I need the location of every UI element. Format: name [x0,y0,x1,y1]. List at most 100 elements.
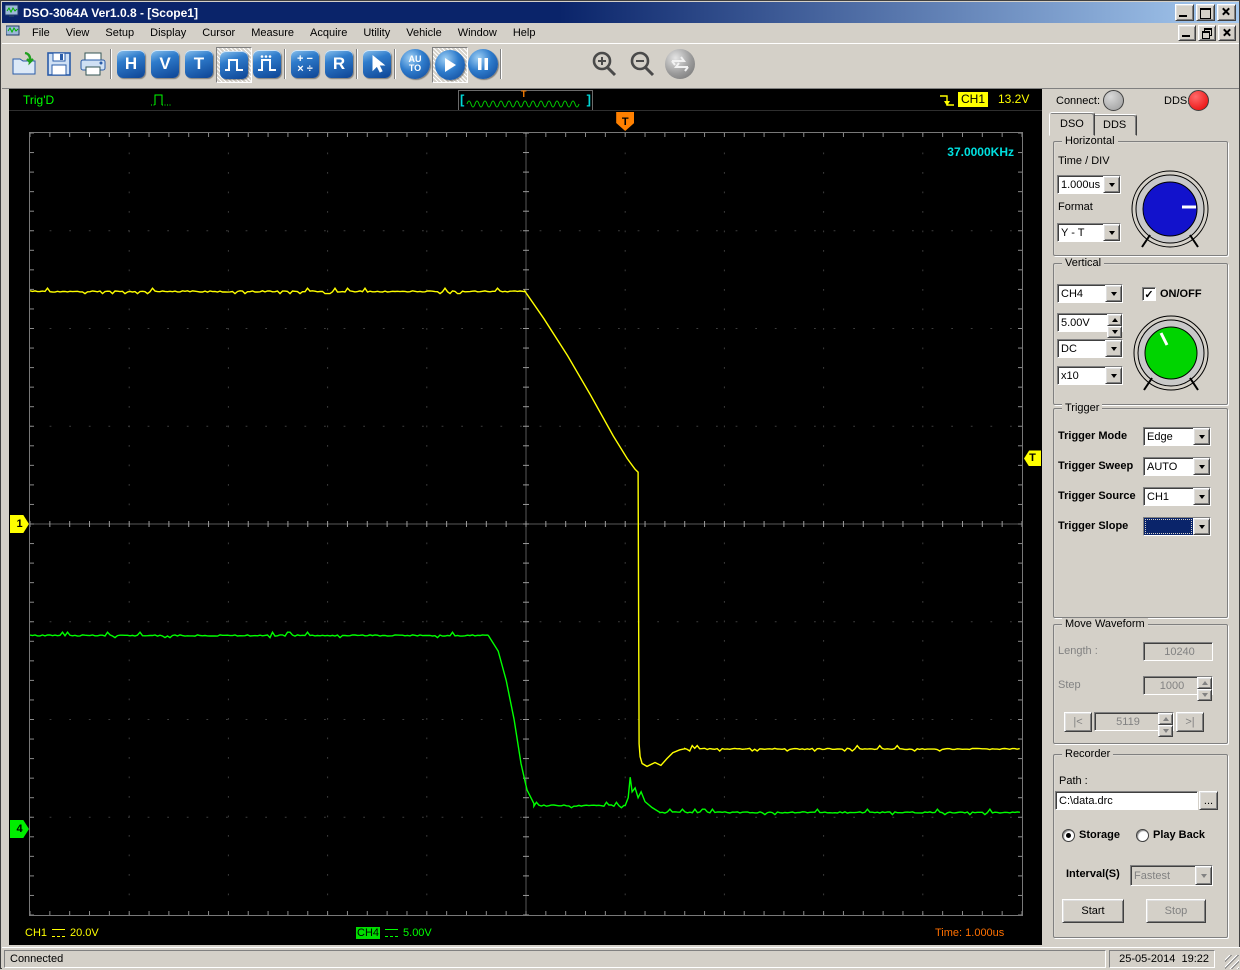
graticule[interactable]: 37.0000KHz [29,132,1023,916]
format-select[interactable]: Y - T [1057,223,1121,242]
preview-left-bracket-icon[interactable]: [ [460,92,464,107]
channel-select[interactable]: CH4 [1057,284,1123,303]
vertical-icon: V [151,50,179,78]
trigger-source-label: Trigger Source [1058,490,1136,502]
step-label: Step [1058,679,1081,691]
trigger-icon: T [185,50,213,78]
vertical-knob[interactable] [1132,314,1210,396]
zoom-out-button[interactable] [625,47,659,81]
mdi-close-icon[interactable] [1218,25,1236,41]
browse-button[interactable]: ... [1199,791,1218,810]
trigger-sweep-select[interactable]: AUTO [1143,457,1211,476]
spin-down-icon [1197,689,1212,701]
status-panel: Connected [4,950,1106,968]
zoom-in-button[interactable] [587,47,621,81]
open-button[interactable] [8,47,42,81]
volts-div-stepper[interactable]: 5.00V [1057,313,1123,338]
run-icon [435,50,465,80]
ch4-position-marker[interactable]: 4 [10,819,29,838]
menu-item-window[interactable]: Window [450,25,505,41]
trigger-slope-select[interactable] [1143,517,1211,536]
menu-item-view[interactable]: View [58,25,98,41]
pause-button[interactable] [466,47,500,81]
app-icon [4,4,19,21]
ch1-position-marker[interactable]: 1 [10,514,29,533]
preview-right-bracket-icon[interactable]: ] [587,92,591,107]
onoff-checkbox[interactable]: ✓ [1142,287,1156,301]
trigger-level-marker[interactable]: T [1024,450,1041,467]
menu-bar: File View Setup Display Cursor Measure Acquire… [2,23,1239,43]
transfer-button[interactable] [663,47,697,81]
pulse-mode-button[interactable] [216,47,252,83]
mdi-restore-icon[interactable] [1198,25,1216,41]
go-last-button[interactable]: >| [1176,712,1204,732]
spin-up-icon [1158,713,1173,725]
status-bar: Connected 25-05-2014 19:22 [2,947,1240,970]
maximize-icon[interactable] [1196,4,1215,21]
pulse-icon [220,51,248,79]
menu-item-display[interactable]: Display [142,25,194,41]
resize-grip[interactable] [1225,955,1239,969]
recorder-group-title: Recorder [1062,748,1114,760]
chevron-down-icon [1195,866,1212,885]
close-icon[interactable] [1217,4,1236,21]
horizontal-knob[interactable] [1130,169,1210,253]
ch1-label: CH1 [25,926,48,939]
ref-icon: R [325,50,353,78]
math-button[interactable]: + − × ÷ [288,47,322,81]
control-panel: Connect: DDS: DSO DDS Horizontal Time / … [1046,89,1239,945]
pulse-train-button[interactable] [250,47,284,81]
chevron-down-icon [1103,224,1120,241]
format-label: Format [1058,201,1093,213]
menu-item-help[interactable]: Help [505,25,544,41]
tab-dds[interactable]: DDS [1092,114,1138,136]
playback-label: Play Back [1153,829,1205,841]
horizontal-settings-button[interactable]: H [114,47,148,81]
playback-radio[interactable] [1136,829,1149,842]
trigger-position-marker[interactable]: T [616,112,635,131]
tab-dso[interactable]: DSO [1049,112,1095,136]
print-button[interactable] [76,47,110,81]
coupling-select[interactable]: DC [1057,339,1123,358]
trigger-mode-select[interactable]: Edge [1143,427,1211,446]
menu-item-vehicle[interactable]: Vehicle [398,25,449,41]
chevron-down-icon [1193,428,1210,445]
waveform-preview[interactable]: [ ] T [458,89,593,111]
menu-item-cursor[interactable]: Cursor [194,25,243,41]
start-button[interactable]: Start [1062,899,1124,923]
length-label: Length : [1058,645,1098,657]
menu-item-file[interactable]: File [24,25,58,41]
connection-status: Connected [10,953,64,965]
pause-icon [468,49,498,79]
time-div-select[interactable]: 1.000us [1057,175,1121,194]
menu-item-utility[interactable]: Utility [355,25,398,41]
run-button[interactable] [432,47,468,83]
minimize-icon[interactable] [1175,4,1194,21]
time-div-label: Time / DIV [1058,155,1110,167]
path-input[interactable]: C:\data.drc [1055,791,1198,810]
cursor-measure-button[interactable] [360,47,394,81]
vertical-settings-button[interactable]: V [148,47,182,81]
mdi-minimize-icon[interactable] [1178,25,1196,41]
application-window: { "window": {"title": "DSO-3064A Ver1.0.… [0,0,1240,970]
move-waveform-group-title: Move Waveform [1062,618,1148,630]
storage-radio[interactable] [1062,829,1075,842]
save-button[interactable] [42,47,76,81]
go-first-button[interactable]: |< [1064,712,1092,732]
document-icon[interactable] [5,25,20,41]
menu-item-measure[interactable]: Measure [243,25,302,41]
ch1-scale: 20.0V [70,926,99,939]
trigger-source-select[interactable]: CH1 [1143,487,1211,506]
menu-item-setup[interactable]: Setup [97,25,142,41]
trigger-level-readout: 13.2V [998,92,1030,106]
probe-select[interactable]: x10 [1057,366,1123,385]
zoom-out-icon [630,51,655,77]
trigger-settings-button[interactable]: T [182,47,216,81]
position-stepper: 5119 [1094,712,1174,737]
stop-button[interactable]: Stop [1146,899,1206,923]
auto-setup-button[interactable]: AU TO [398,47,432,81]
menu-item-acquire[interactable]: Acquire [302,25,355,41]
reference-button[interactable]: R [322,47,356,81]
save-icon [47,52,71,76]
interval-label: Interval(S) [1066,868,1120,880]
